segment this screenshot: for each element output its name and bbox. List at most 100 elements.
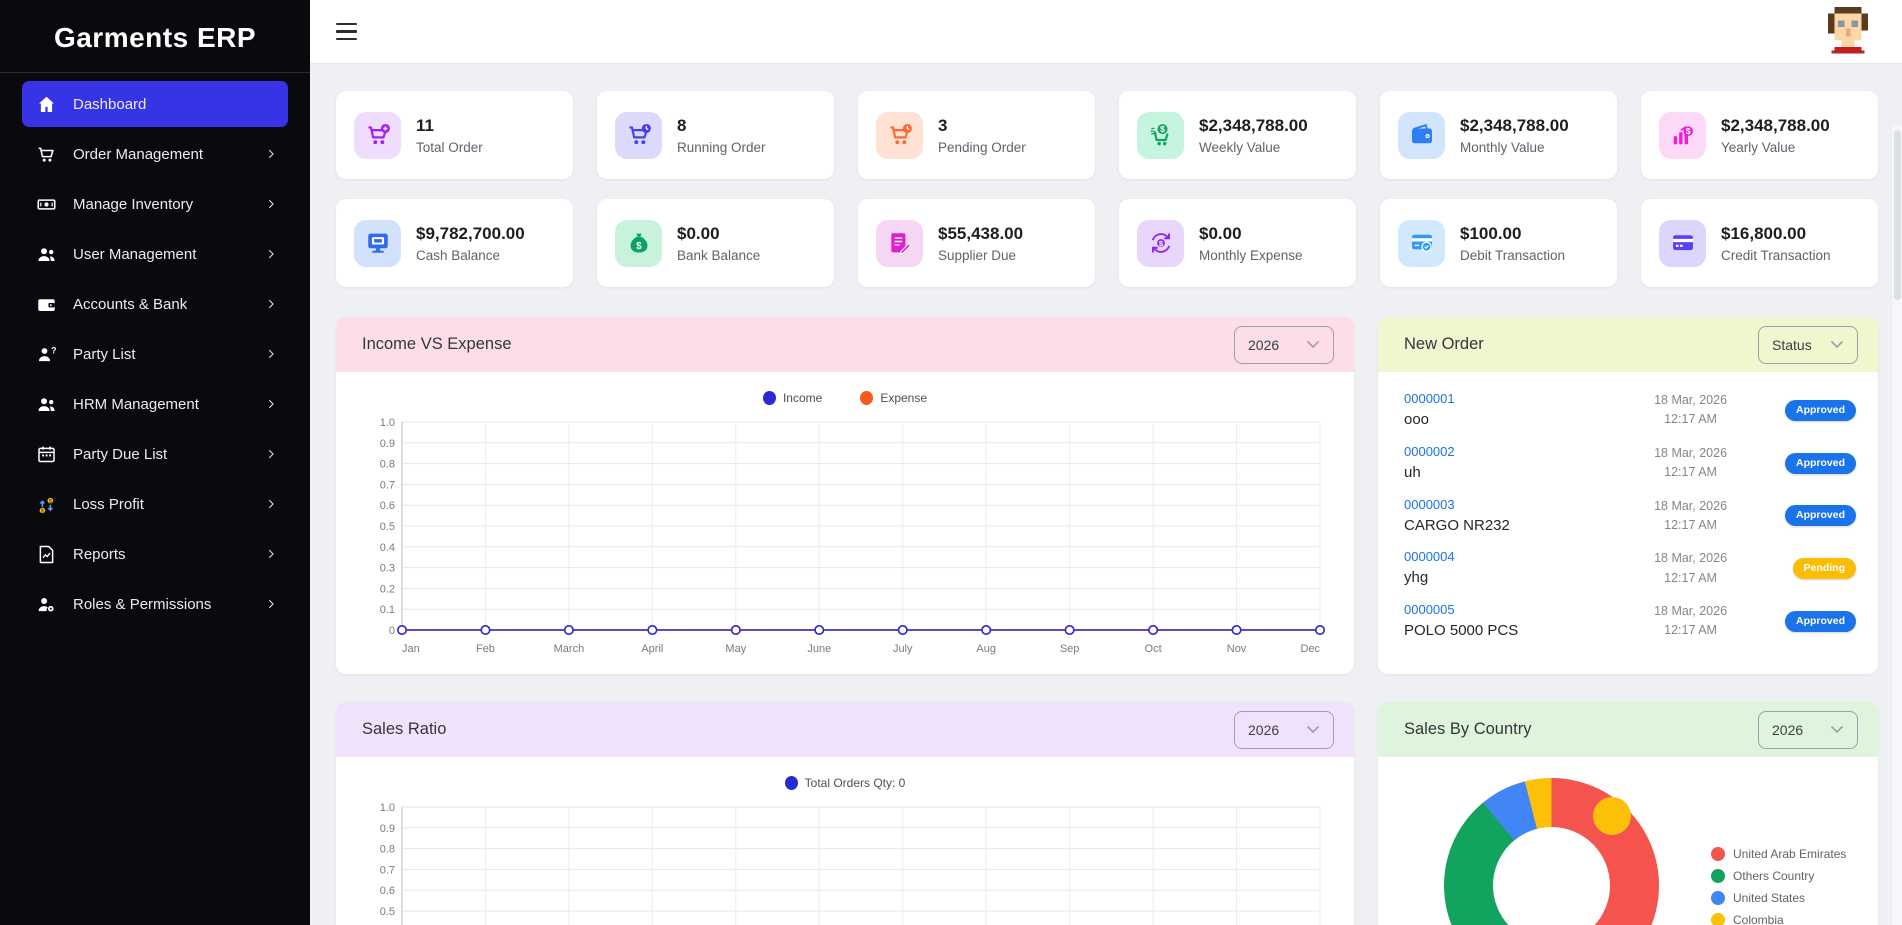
person-gear-icon bbox=[34, 592, 58, 616]
order-id-link[interactable]: 0000002 bbox=[1404, 444, 1613, 461]
new-order-title: New Order bbox=[1404, 335, 1484, 354]
sidebar-divider bbox=[0, 72, 310, 73]
scrollbar[interactable] bbox=[1891, 126, 1902, 925]
sales-ratio-title: Sales Ratio bbox=[362, 720, 446, 739]
order-datetime: 18 Mar, 2026 12:17 AM bbox=[1613, 497, 1768, 536]
sidebar-item-manage-inventory[interactable]: Manage Inventory bbox=[22, 181, 288, 227]
svg-text:April: April bbox=[641, 643, 663, 655]
stat-label: Yearly Value bbox=[1721, 140, 1830, 155]
income-year-select[interactable]: 2026 bbox=[1234, 326, 1334, 364]
order-id-link[interactable]: 0000004 bbox=[1404, 549, 1613, 566]
users-icon bbox=[34, 242, 58, 266]
svg-text:Nov: Nov bbox=[1227, 643, 1247, 655]
sales-ratio-chart-body: Total Orders Qty: 0 00.10.20.30.40.50.60… bbox=[336, 757, 1354, 925]
sales-ratio-header: Sales Ratio 2026 bbox=[336, 702, 1354, 757]
svg-text:Aug: Aug bbox=[976, 643, 996, 655]
chevron-right-icon bbox=[264, 497, 278, 511]
svg-text:0.6: 0.6 bbox=[380, 885, 395, 897]
stat-card-yearly-value: $ $2,348,788.00 Yearly Value bbox=[1641, 91, 1878, 179]
svg-text:Jan: Jan bbox=[402, 643, 420, 655]
status-badge: Approved bbox=[1785, 453, 1856, 474]
donut-hole bbox=[1493, 827, 1610, 925]
country-legend-item-colombia: Colombia bbox=[1711, 913, 1846, 925]
svg-text:0.4: 0.4 bbox=[380, 542, 395, 554]
chevron-right-icon bbox=[264, 247, 278, 261]
sidebar: Garments ERP Dashboard Order Management … bbox=[0, 0, 310, 925]
stat-card-monthly-expense: $ $0.00 Monthly Expense bbox=[1119, 199, 1356, 287]
svg-text:0.1: 0.1 bbox=[380, 604, 395, 616]
svg-text:0.8: 0.8 bbox=[380, 459, 395, 471]
order-id-link[interactable]: 0000001 bbox=[1404, 391, 1613, 408]
order-id-link[interactable]: 0000003 bbox=[1404, 497, 1613, 514]
income-expense-chart-body: IncomeExpense 00.10.20.30.40.50.60.70.80… bbox=[336, 372, 1354, 667]
legend-dot bbox=[860, 391, 873, 405]
legend-item-income: Income bbox=[763, 391, 822, 405]
sidebar-item-hrm-management[interactable]: HRM Management bbox=[22, 381, 288, 427]
order-datetime: 18 Mar, 2026 12:17 AM bbox=[1613, 602, 1768, 641]
sales-by-country-header: Sales By Country 2026 bbox=[1378, 702, 1878, 757]
status-badge: Approved bbox=[1785, 505, 1856, 526]
sidebar-item-order-management[interactable]: Order Management bbox=[22, 131, 288, 177]
legend-item-total-orders-qty-0: Total Orders Qty: 0 bbox=[785, 776, 906, 790]
order-row: 0000001 ooo 18 Mar, 2026 12:17 AM Approv… bbox=[1404, 384, 1856, 437]
chevron-right-icon bbox=[264, 147, 278, 161]
stat-card-monthly-value: $2,348,788.00 Monthly Value bbox=[1380, 91, 1617, 179]
sales-by-country-panel: Sales By Country 2026 United Arab Emirat… bbox=[1378, 702, 1878, 925]
order-datetime: 18 Mar, 2026 12:17 AM bbox=[1613, 549, 1768, 588]
order-date: 18 Mar, 2026 bbox=[1613, 444, 1768, 463]
sidebar-item-dashboard[interactable]: Dashboard bbox=[22, 81, 288, 127]
card-debit-icon bbox=[1398, 220, 1445, 267]
legend-dot bbox=[1711, 847, 1725, 861]
income-expense-panel: Income VS Expense 2026 IncomeExpense 00.… bbox=[336, 317, 1354, 674]
new-order-header: New Order Status bbox=[1378, 317, 1878, 372]
sales-ratio-year-select[interactable]: 2026 bbox=[1234, 711, 1334, 749]
svg-text:May: May bbox=[725, 643, 746, 655]
status-badge: Approved bbox=[1785, 400, 1856, 421]
stat-value: $9,782,700.00 bbox=[416, 223, 525, 244]
stat-label: Cash Balance bbox=[416, 248, 525, 263]
svg-text:$: $ bbox=[1685, 126, 1690, 136]
sidebar-item-party-due-list[interactable]: Party Due List bbox=[22, 431, 288, 477]
money-transfer-icon: $ bbox=[1137, 220, 1184, 267]
svg-text:0.3: 0.3 bbox=[380, 563, 395, 575]
menu-toggle-icon[interactable] bbox=[336, 23, 360, 41]
legend-dot bbox=[785, 776, 798, 790]
stat-value: $16,800.00 bbox=[1721, 223, 1831, 244]
sidebar-item-accounts-bank[interactable]: Accounts & Bank bbox=[22, 281, 288, 327]
chevron-down-icon bbox=[1306, 340, 1320, 349]
svg-text:0.9: 0.9 bbox=[380, 823, 395, 835]
svg-text:0.8: 0.8 bbox=[380, 844, 395, 856]
wallet-card-icon bbox=[1398, 112, 1445, 159]
order-status-select[interactable]: Status bbox=[1758, 326, 1858, 364]
order-id-link[interactable]: 0000005 bbox=[1404, 602, 1613, 619]
wallet-icon bbox=[34, 292, 58, 316]
order-date: 18 Mar, 2026 bbox=[1613, 549, 1768, 568]
sidebar-item-reports[interactable]: Reports bbox=[22, 531, 288, 577]
svg-text:0.5: 0.5 bbox=[380, 521, 395, 533]
sales-ratio-chart: 00.10.20.30.40.50.60.70.80.91.0JanFebMar… bbox=[360, 799, 1330, 925]
svg-text:1.0: 1.0 bbox=[380, 417, 395, 429]
sales-ratio-legend: Total Orders Qty: 0 bbox=[360, 767, 1330, 799]
money-cart-icon: $ bbox=[1137, 112, 1184, 159]
country-year-select[interactable]: 2026 bbox=[1758, 711, 1858, 749]
sidebar-item-loss-profit[interactable]: $$ Loss Profit bbox=[22, 481, 288, 527]
svg-text:0: 0 bbox=[389, 625, 395, 637]
svg-text:Oct: Oct bbox=[1145, 643, 1162, 655]
stat-value: $0.00 bbox=[1199, 223, 1303, 244]
stat-label: Monthly Value bbox=[1460, 140, 1569, 155]
sidebar-item-party-list[interactable]: ? Party List bbox=[22, 331, 288, 377]
sidebar-item-roles-permissions[interactable]: Roles & Permissions bbox=[22, 581, 288, 627]
stat-value: $100.00 bbox=[1460, 223, 1565, 244]
order-time: 12:17 AM bbox=[1613, 516, 1768, 535]
country-legend-item-others-country: Others Country bbox=[1711, 869, 1846, 883]
stat-card-weekly-value: $ $2,348,788.00 Weekly Value bbox=[1119, 91, 1356, 179]
app-root: Garments ERP Dashboard Order Management … bbox=[0, 0, 1902, 925]
order-time: 12:17 AM bbox=[1613, 621, 1768, 640]
user-avatar[interactable] bbox=[1820, 7, 1876, 57]
sidebar-item-user-management[interactable]: User Management bbox=[22, 231, 288, 277]
legend-dot bbox=[1711, 913, 1725, 925]
scrollbar-thumb[interactable] bbox=[1894, 130, 1901, 300]
panel-row-bottom: Sales Ratio 2026 Total Orders Qty: 0 00.… bbox=[336, 702, 1878, 925]
svg-text:0.7: 0.7 bbox=[380, 479, 395, 491]
invoice-pen-icon bbox=[876, 220, 923, 267]
